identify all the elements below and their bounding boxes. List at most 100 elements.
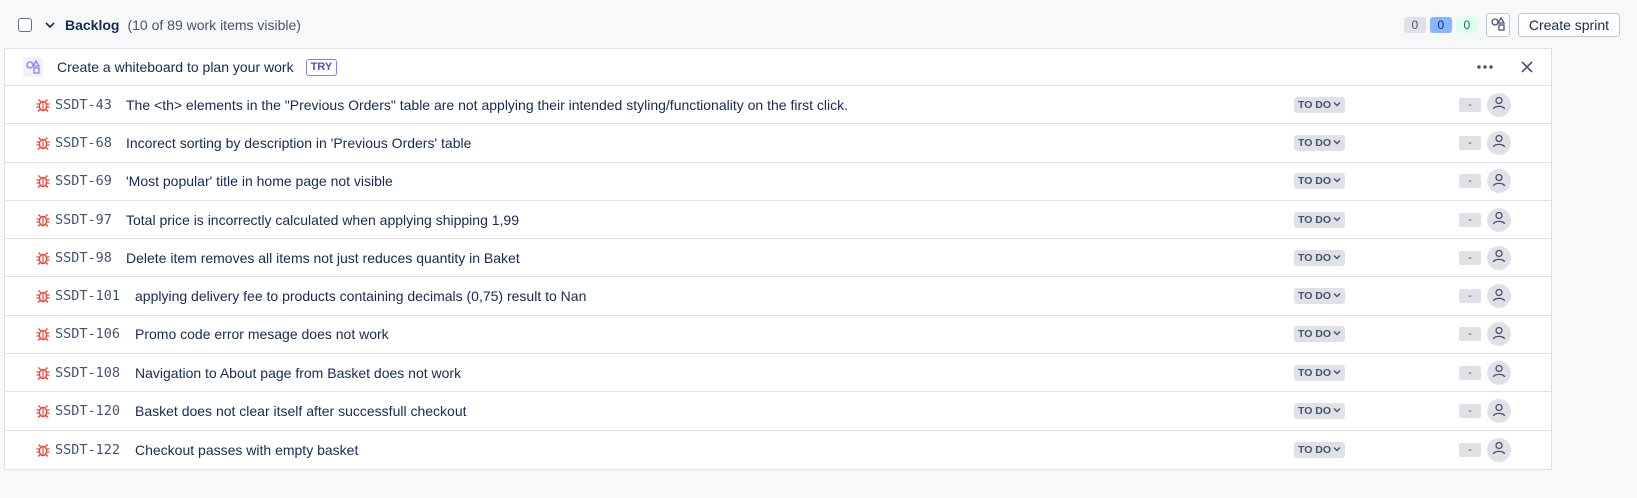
work-item-key[interactable]: SSDT-106 bbox=[55, 326, 120, 342]
assignee-avatar[interactable] bbox=[1487, 399, 1511, 424]
backlog-title: Backlog bbox=[65, 17, 120, 33]
status-dropdown[interactable]: TO DO bbox=[1294, 288, 1346, 305]
done-count-badge: 0 bbox=[1455, 17, 1478, 33]
bug-icon bbox=[35, 403, 51, 419]
story-points-estimate[interactable]: - bbox=[1459, 289, 1481, 304]
create-sprint-button[interactable]: Create sprint bbox=[1517, 13, 1620, 37]
status-dropdown[interactable]: TO DO bbox=[1294, 96, 1346, 113]
work-item-row[interactable]: SSDT-69 'Most popular' title in home pag… bbox=[5, 163, 1551, 201]
chevron-down-icon bbox=[1333, 367, 1341, 379]
assignee-avatar[interactable] bbox=[1487, 360, 1511, 385]
user-icon bbox=[1491, 440, 1507, 459]
story-points-estimate[interactable]: - bbox=[1459, 135, 1481, 150]
work-item-key[interactable]: SSDT-97 bbox=[55, 212, 112, 228]
work-item-summary[interactable]: Total price is incorrectly calculated wh… bbox=[126, 212, 519, 228]
work-item-summary[interactable]: Checkout passes with empty basket bbox=[135, 442, 358, 458]
story-points-estimate[interactable]: - bbox=[1459, 97, 1481, 112]
assignee-avatar[interactable] bbox=[1487, 92, 1511, 117]
work-item-key[interactable]: SSDT-122 bbox=[55, 442, 120, 458]
work-item-key[interactable]: SSDT-68 bbox=[55, 135, 112, 151]
work-item-summary[interactable]: Incorect sorting by description in 'Prev… bbox=[126, 135, 471, 151]
work-item-key[interactable]: SSDT-120 bbox=[55, 403, 120, 419]
user-icon bbox=[1491, 133, 1507, 152]
status-dropdown[interactable]: TO DO bbox=[1294, 249, 1346, 266]
assignee-avatar[interactable] bbox=[1487, 130, 1511, 155]
banner-text[interactable]: Create a whiteboard to plan your work bbox=[57, 59, 294, 75]
work-item-row[interactable]: SSDT-106 Promo code error mesage does no… bbox=[5, 316, 1551, 355]
work-item-summary[interactable]: Basket does not clear itself after succe… bbox=[135, 403, 467, 419]
user-icon bbox=[1491, 363, 1507, 382]
todo-count-badge: 0 bbox=[1403, 17, 1426, 33]
status-label: TO DO bbox=[1298, 136, 1332, 149]
in-progress-count-badge: 0 bbox=[1429, 17, 1452, 33]
assignee-avatar[interactable] bbox=[1487, 284, 1511, 309]
work-item-row[interactable]: SSDT-108 Navigation to About page from B… bbox=[5, 354, 1551, 393]
status-dropdown[interactable]: TO DO bbox=[1294, 364, 1346, 381]
status-dropdown[interactable]: TO DO bbox=[1294, 211, 1346, 228]
shapes-icon bbox=[1490, 16, 1506, 35]
backlog-item-count: (10 of 89 work items visible) bbox=[127, 17, 301, 33]
try-badge: TRY bbox=[305, 58, 338, 76]
close-icon[interactable] bbox=[1517, 57, 1537, 77]
bug-icon bbox=[35, 250, 51, 266]
chevron-down-icon bbox=[1333, 137, 1341, 149]
work-item-summary[interactable]: Promo code error mesage does not work bbox=[135, 326, 389, 342]
work-item-key[interactable]: SSDT-69 bbox=[55, 173, 112, 189]
story-points-estimate[interactable]: - bbox=[1459, 250, 1481, 265]
bug-icon bbox=[35, 173, 51, 189]
more-options-icon[interactable] bbox=[1473, 57, 1497, 77]
status-label: TO DO bbox=[1298, 405, 1332, 418]
status-dropdown[interactable]: TO DO bbox=[1294, 326, 1346, 343]
work-item-summary[interactable]: Navigation to About page from Basket doe… bbox=[135, 365, 461, 381]
bug-icon bbox=[35, 442, 51, 458]
status-label: TO DO bbox=[1298, 290, 1332, 303]
work-item-row[interactable]: SSDT-122 Checkout passes with empty bask… bbox=[5, 431, 1551, 469]
work-item-row[interactable]: SSDT-68 Incorect sorting by description … bbox=[5, 124, 1551, 163]
user-icon bbox=[1491, 172, 1507, 191]
chevron-down-icon[interactable] bbox=[43, 18, 57, 32]
user-icon bbox=[1491, 287, 1507, 306]
work-item-summary[interactable]: The <th> elements in the "Previous Order… bbox=[126, 97, 848, 113]
work-item-row[interactable]: SSDT-98 Delete item removes all items no… bbox=[5, 239, 1551, 278]
chevron-down-icon bbox=[1333, 405, 1341, 417]
user-icon bbox=[1491, 402, 1507, 421]
work-item-summary[interactable]: applying delivery fee to products contai… bbox=[135, 288, 586, 304]
work-item-row[interactable]: SSDT-101 applying delivery fee to produc… bbox=[5, 277, 1551, 316]
work-item-key[interactable]: SSDT-98 bbox=[55, 250, 112, 266]
status-label: TO DO bbox=[1298, 213, 1332, 226]
assignee-avatar[interactable] bbox=[1487, 245, 1511, 270]
story-points-estimate[interactable]: - bbox=[1459, 404, 1481, 419]
backlog-list: Create a whiteboard to plan your work TR… bbox=[4, 48, 1552, 470]
story-points-estimate[interactable]: - bbox=[1459, 212, 1481, 227]
work-item-key[interactable]: SSDT-43 bbox=[55, 97, 112, 113]
story-points-estimate[interactable]: - bbox=[1459, 442, 1481, 457]
status-dropdown[interactable]: TO DO bbox=[1294, 403, 1346, 420]
chevron-down-icon bbox=[1333, 444, 1341, 456]
assignee-avatar[interactable] bbox=[1487, 169, 1511, 194]
work-item-key[interactable]: SSDT-108 bbox=[55, 365, 120, 381]
story-points-estimate[interactable]: - bbox=[1459, 174, 1481, 189]
chevron-down-icon bbox=[1333, 214, 1341, 226]
status-dropdown[interactable]: TO DO bbox=[1294, 441, 1346, 458]
whiteboard-button[interactable] bbox=[1485, 13, 1510, 37]
story-points-estimate[interactable]: - bbox=[1459, 365, 1481, 380]
assignee-avatar[interactable] bbox=[1487, 437, 1511, 462]
assignee-avatar[interactable] bbox=[1487, 322, 1511, 347]
status-label: TO DO bbox=[1298, 251, 1332, 264]
backlog-actions: 0 0 0 Create sprint bbox=[1400, 13, 1620, 37]
user-icon bbox=[1491, 325, 1507, 344]
work-item-summary[interactable]: 'Most popular' title in home page not vi… bbox=[126, 173, 393, 189]
chevron-down-icon bbox=[1333, 328, 1341, 340]
status-dropdown[interactable]: TO DO bbox=[1294, 134, 1346, 151]
story-points-estimate[interactable]: - bbox=[1459, 327, 1481, 342]
work-item-row[interactable]: SSDT-43 The <th> elements in the "Previo… bbox=[5, 86, 1551, 125]
work-item-row[interactable]: SSDT-120 Basket does not clear itself af… bbox=[5, 392, 1551, 431]
status-dropdown[interactable]: TO DO bbox=[1294, 173, 1346, 190]
work-item-key[interactable]: SSDT-101 bbox=[55, 288, 120, 304]
work-item-row[interactable]: SSDT-97 Total price is incorrectly calcu… bbox=[5, 201, 1551, 240]
assignee-avatar[interactable] bbox=[1487, 207, 1511, 232]
select-all-checkbox[interactable] bbox=[18, 18, 32, 32]
work-item-summary[interactable]: Delete item removes all items not just r… bbox=[126, 250, 520, 266]
status-label: TO DO bbox=[1298, 98, 1332, 111]
user-icon bbox=[1491, 210, 1507, 229]
